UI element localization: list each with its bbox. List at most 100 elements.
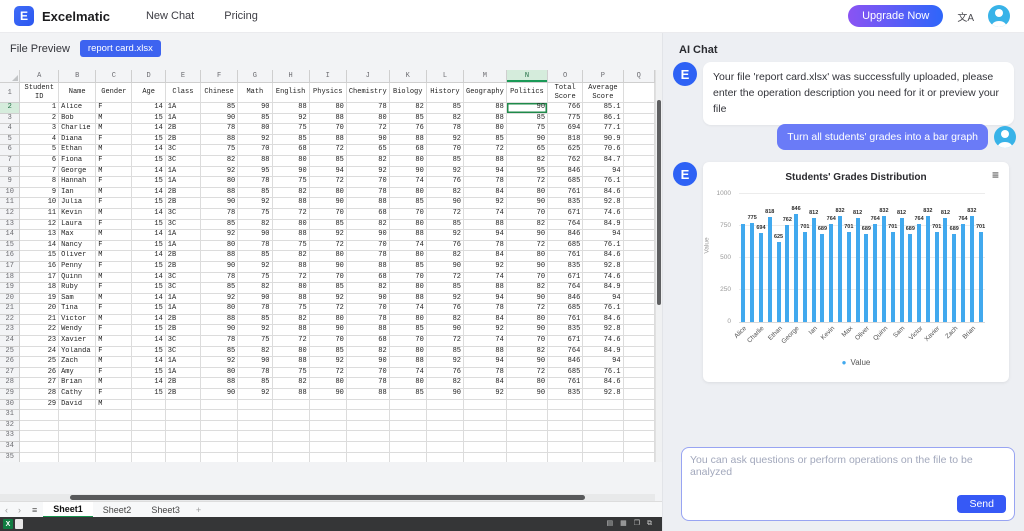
cell[interactable] — [201, 442, 238, 453]
cell[interactable]: 78 — [238, 367, 272, 378]
row-number[interactable]: 11 — [0, 198, 20, 209]
field-header-cell[interactable]: Name — [59, 83, 96, 103]
cell[interactable]: 85 — [201, 219, 238, 230]
cell[interactable]: 88 — [201, 251, 238, 262]
cell[interactable]: 2B — [165, 378, 200, 389]
cell[interactable]: 14 — [132, 378, 165, 389]
cell[interactable]: 7 — [20, 166, 59, 177]
cell[interactable]: 10 — [20, 198, 59, 209]
cell[interactable] — [506, 399, 547, 410]
cell[interactable]: 72 — [309, 145, 346, 156]
cell[interactable]: 94 — [464, 166, 507, 177]
cell[interactable]: 90 — [506, 357, 547, 368]
cell[interactable]: 90 — [272, 166, 309, 177]
status-icon[interactable]: ▤ — [606, 517, 613, 531]
cell[interactable]: 25 — [20, 357, 59, 368]
cell[interactable] — [548, 410, 583, 421]
cell[interactable]: 74 — [464, 272, 507, 283]
bar[interactable] — [979, 232, 983, 322]
horizontal-scrollbar-thumb[interactable] — [70, 495, 585, 500]
cell[interactable]: 1A — [165, 293, 200, 304]
cell[interactable]: 90 — [506, 325, 547, 336]
cell[interactable] — [96, 431, 132, 442]
col-header-M[interactable]: M — [464, 70, 507, 83]
row-number[interactable]: 19 — [0, 283, 20, 294]
cell[interactable]: 15 — [20, 251, 59, 262]
cell[interactable]: 9 — [20, 187, 59, 198]
cell[interactable] — [59, 420, 96, 431]
cell[interactable] — [623, 410, 654, 421]
cell[interactable]: 74 — [389, 304, 426, 315]
cell[interactable]: 15 — [132, 389, 165, 400]
cell[interactable]: 88 — [464, 346, 507, 357]
cell[interactable]: 26 — [20, 367, 59, 378]
cell[interactable] — [132, 431, 165, 442]
cell[interactable] — [623, 452, 654, 462]
cell[interactable] — [623, 198, 654, 209]
bar[interactable] — [777, 242, 781, 322]
cell[interactable]: 15 — [132, 113, 165, 124]
cell[interactable]: 82 — [426, 378, 463, 389]
cell[interactable]: 3C — [165, 346, 200, 357]
cell[interactable]: 28 — [20, 389, 59, 400]
bar[interactable] — [741, 224, 745, 322]
cell[interactable]: 88 — [272, 198, 309, 209]
cell[interactable]: 90 — [309, 389, 346, 400]
col-header-N[interactable]: N — [506, 70, 547, 83]
cell[interactable]: 70 — [346, 177, 389, 188]
cell[interactable]: 92.8 — [583, 389, 623, 400]
cell[interactable]: M — [96, 124, 132, 135]
cell[interactable]: 14 — [132, 336, 165, 347]
cell[interactable]: 88 — [272, 103, 309, 114]
cell[interactable] — [506, 420, 547, 431]
cell[interactable]: 80 — [272, 283, 309, 294]
cell[interactable] — [20, 442, 59, 453]
cell[interactable]: 88 — [464, 103, 507, 114]
cell[interactable] — [623, 357, 654, 368]
cell[interactable]: 92 — [309, 357, 346, 368]
row-number[interactable]: 7 — [0, 155, 20, 166]
cell[interactable]: 82 — [426, 314, 463, 325]
cell[interactable]: Oliver — [59, 251, 96, 262]
row-number[interactable]: 8 — [0, 166, 20, 177]
cell[interactable]: 80 — [201, 304, 238, 315]
cell[interactable] — [623, 378, 654, 389]
cell[interactable] — [96, 410, 132, 421]
cell[interactable]: M — [96, 399, 132, 410]
cell[interactable]: Tina — [59, 304, 96, 315]
cell[interactable]: 90 — [238, 293, 272, 304]
cell[interactable]: 90 — [238, 103, 272, 114]
cell[interactable]: 835 — [548, 198, 583, 209]
cell[interactable]: Laura — [59, 219, 96, 230]
cell[interactable]: Penny — [59, 261, 96, 272]
cell[interactable]: 24 — [20, 346, 59, 357]
cell[interactable]: 88 — [201, 134, 238, 145]
cell[interactable]: 80 — [506, 378, 547, 389]
cell[interactable]: 75 — [272, 124, 309, 135]
cell[interactable] — [238, 420, 272, 431]
cell[interactable]: Cathy — [59, 389, 96, 400]
cell[interactable]: 2B — [165, 389, 200, 400]
cell[interactable]: 1A — [165, 304, 200, 315]
cell[interactable]: 76 — [426, 240, 463, 251]
cell[interactable]: Wendy — [59, 325, 96, 336]
cell[interactable]: 82 — [506, 155, 547, 166]
cell[interactable]: 70.6 — [583, 145, 623, 156]
cell[interactable]: 671 — [548, 272, 583, 283]
cell[interactable]: 70 — [426, 145, 463, 156]
cell[interactable]: 90 — [309, 325, 346, 336]
bar[interactable] — [952, 234, 956, 322]
tab-sheet1[interactable]: Sheet1 — [43, 502, 93, 518]
cell[interactable]: 84.6 — [583, 378, 623, 389]
cell[interactable]: 72 — [426, 272, 463, 283]
field-header-cell[interactable]: Chinese — [201, 83, 238, 103]
cell[interactable]: 2B — [165, 134, 200, 145]
cell[interactable]: 1A — [165, 230, 200, 241]
bar[interactable] — [856, 218, 860, 322]
bar[interactable] — [820, 234, 824, 322]
cell[interactable]: 90 — [506, 198, 547, 209]
cell[interactable] — [426, 399, 463, 410]
cell[interactable]: 92 — [464, 261, 507, 272]
cell[interactable]: 72 — [464, 145, 507, 156]
cell[interactable]: 80 — [201, 177, 238, 188]
